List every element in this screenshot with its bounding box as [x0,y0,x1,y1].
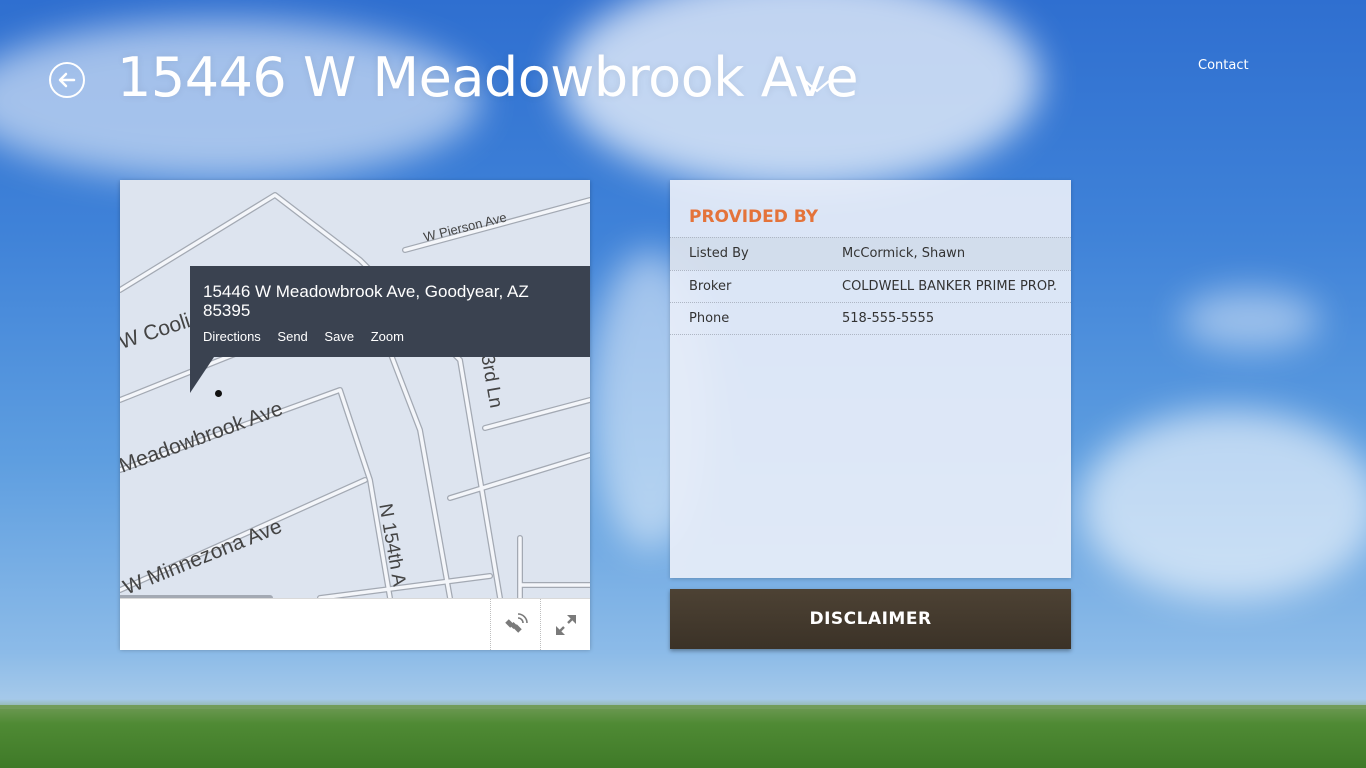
map-view[interactable]: W Pierson Ave W Coolid Meadowbrook Ave W… [120,180,590,598]
background-cloud [1080,410,1366,600]
back-button[interactable] [49,62,85,98]
directions-link[interactable]: Directions [203,329,261,344]
map-popup: 15446 W Meadowbrook Ave, Goodyear, AZ 85… [190,266,590,357]
info-row-broker: Broker COLDWELL BANKER PRIME PROP. [670,270,1071,302]
page-title: 15446 W Meadowbrook Ave [117,46,859,109]
disclaimer-button[interactable]: DISCLAIMER [670,589,1071,649]
map-panel: W Pierson Ave W Coolid Meadowbrook Ave W… [120,180,590,650]
chevron-down-icon[interactable] [803,78,831,94]
background-cloud [1180,290,1320,350]
popup-pointer [190,357,214,393]
info-label: Broker [689,279,732,294]
location-pin-icon[interactable] [215,390,222,397]
send-link[interactable]: Send [277,329,307,344]
satellite-icon [505,613,528,633]
contact-link[interactable]: Contact [1198,58,1249,73]
grass-field [0,699,1366,768]
zoom-link[interactable]: Zoom [371,329,404,344]
back-arrow-icon [58,72,76,88]
popup-address: 15446 W Meadowbrook Ave, Goodyear, AZ 85… [203,282,529,320]
provided-by-panel: PROVIDED BY Listed By McCormick, Shawn B… [670,180,1071,578]
expand-icon [556,615,576,635]
info-value[interactable]: 518-555-5555 [842,311,934,326]
map-toolbar [120,598,590,650]
section-title: PROVIDED BY [689,207,819,227]
satellite-view-button[interactable] [490,599,540,650]
info-row-listed-by: Listed By McCormick, Shawn [670,237,1071,270]
info-value: McCormick, Shawn [842,246,966,261]
fullscreen-button[interactable] [540,599,590,650]
popup-actions: Directions Send Save Zoom [203,329,417,344]
info-label: Listed By [689,246,749,261]
save-link[interactable]: Save [324,329,354,344]
info-label: Phone [689,311,730,326]
info-value: COLDWELL BANKER PRIME PROP. [842,279,1058,294]
header: 15446 W Meadowbrook Ave Contact [0,0,1366,130]
info-table: Listed By McCormick, Shawn Broker COLDWE… [670,237,1071,335]
info-row-phone: Phone 518-555-5555 [670,302,1071,335]
